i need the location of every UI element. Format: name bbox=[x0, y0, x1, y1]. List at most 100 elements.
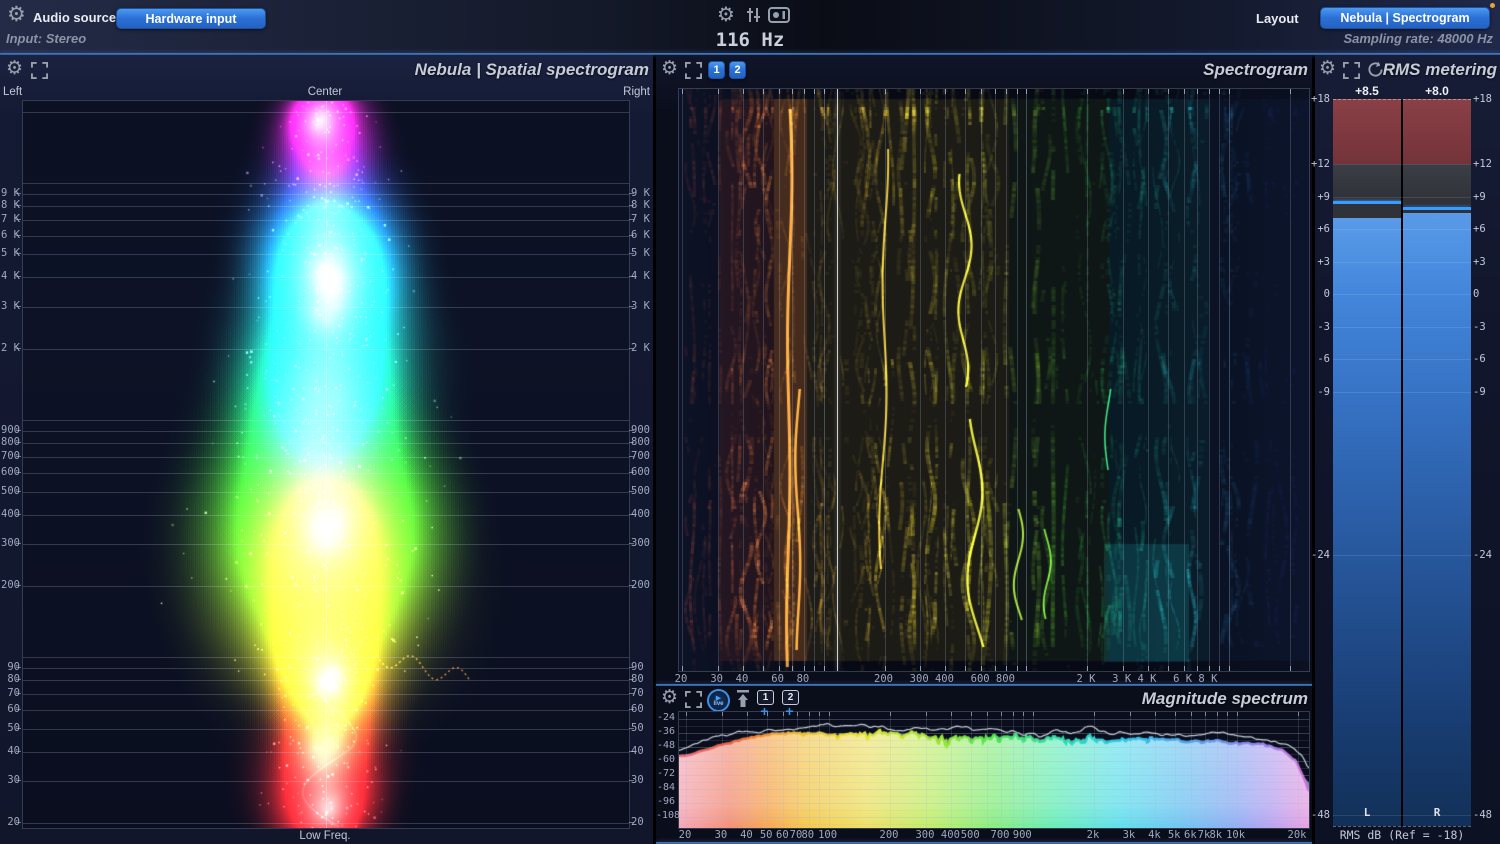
db-axis-label: -24 bbox=[656, 711, 675, 723]
grid-line bbox=[679, 788, 1309, 790]
freq-axis-label: 800 bbox=[1, 436, 20, 449]
meter-rms-fill bbox=[1333, 218, 1401, 826]
meter-scale-label: +6 bbox=[1317, 223, 1330, 236]
grid-line bbox=[1236, 712, 1238, 828]
audio-source-gear-icon[interactable]: ⚙ bbox=[7, 4, 26, 25]
top-bar: ⚙ Audio source Hardware input Input: Ste… bbox=[0, 0, 1500, 53]
grid-line bbox=[828, 712, 830, 828]
freq-axis: 20 30 40 50 60 70 80 100 200 300 400 500 700 900 2k 3k 4… bbox=[678, 829, 1308, 843]
freq-axis-label: 400 bbox=[1, 507, 20, 520]
freq-axis-label: 6 K bbox=[631, 228, 650, 241]
grid-line bbox=[796, 712, 798, 828]
peak-hold-icon[interactable] bbox=[736, 689, 750, 713]
spatial-spectrogram-panel: ⚙ Nebula | Spatial spectrogram Left Cent… bbox=[0, 55, 653, 844]
freq-axis-label: 900 bbox=[631, 424, 650, 437]
spectrogram-canvas[interactable] bbox=[679, 89, 1309, 671]
axis-tick bbox=[1094, 712, 1095, 716]
freq-axis-label: 7 K bbox=[631, 212, 650, 225]
expand-icon[interactable] bbox=[685, 62, 702, 84]
meter-scale-label: +6 bbox=[1473, 223, 1486, 236]
freq-axis-label: 5 K bbox=[631, 247, 650, 260]
meter-scale-label: -24 bbox=[1473, 548, 1492, 561]
layout-label[interactable]: Layout bbox=[1256, 11, 1299, 26]
grid-line bbox=[767, 712, 769, 828]
grid-line bbox=[1000, 712, 1002, 828]
gear-icon[interactable]: ⚙ bbox=[6, 59, 23, 78]
magnitude-plot[interactable] bbox=[678, 711, 1310, 829]
meter-clip-zone bbox=[1403, 99, 1471, 165]
add-snapshot-2-button[interactable]: + bbox=[782, 704, 797, 718]
meter-scale-label: -48 bbox=[1311, 809, 1330, 822]
freq-axis-label: 70 bbox=[7, 687, 20, 700]
axis-tick bbox=[819, 712, 821, 716]
freq-axis-label: 80 bbox=[7, 673, 20, 686]
grid-line bbox=[679, 795, 1309, 797]
meter-scale-label: +9 bbox=[1473, 190, 1486, 203]
grid-line bbox=[747, 712, 749, 828]
spectrogram-plot[interactable] bbox=[678, 88, 1310, 672]
live-button[interactable]: ▶ live bbox=[707, 689, 730, 712]
reset-icon[interactable] bbox=[1367, 61, 1384, 83]
grid-line bbox=[1216, 712, 1218, 828]
gear-icon[interactable]: ⚙ bbox=[661, 59, 678, 78]
grid-line bbox=[1204, 712, 1206, 828]
freq-axis-label: 400 bbox=[631, 507, 650, 520]
grid-line bbox=[783, 712, 785, 828]
mixer-sliders-icon[interactable] bbox=[745, 7, 762, 28]
freq-axis-label: 200 bbox=[631, 578, 650, 591]
add-snapshot-1-button[interactable]: + bbox=[757, 704, 772, 718]
meter-scale-label: +18 bbox=[1473, 93, 1492, 105]
axis-tick bbox=[1000, 712, 1002, 716]
axis-tick bbox=[828, 712, 830, 716]
freq-axis-label: 5 K bbox=[1, 247, 20, 260]
layout-preset-button[interactable]: Nebula | Spectrogram bbox=[1320, 7, 1490, 29]
freq-axis-label: 300 bbox=[1, 537, 20, 550]
freq-axis-label: 600 bbox=[1, 465, 20, 478]
channel-label-right: R bbox=[1433, 806, 1441, 819]
freq-axis-label: 90 bbox=[7, 661, 20, 674]
grid-line bbox=[679, 739, 1309, 741]
meter-gap-zone bbox=[1333, 204, 1401, 219]
axis-tick bbox=[1227, 712, 1229, 716]
axis-tick bbox=[1191, 712, 1193, 716]
meter-scale-label: -48 bbox=[1473, 809, 1492, 822]
grid-line bbox=[819, 712, 821, 828]
freq-axis-label: 2 K bbox=[1, 341, 20, 354]
freq-axis-label: 10k bbox=[1226, 829, 1246, 841]
axis-tick bbox=[1236, 712, 1238, 716]
db-axis-label: -36 bbox=[656, 725, 675, 737]
settings-gear-icon[interactable]: ⚙ bbox=[717, 4, 735, 24]
meter-bottom-line bbox=[1333, 826, 1471, 827]
nebula-canvas[interactable] bbox=[23, 101, 629, 828]
view-button-1[interactable]: 1 bbox=[708, 61, 725, 79]
hardware-input-button[interactable]: Hardware input bbox=[116, 8, 266, 29]
freq-axis-label: 50 bbox=[631, 721, 644, 734]
panel-title: Nebula | Spatial spectrogram bbox=[414, 60, 649, 79]
gear-icon[interactable]: ⚙ bbox=[1319, 59, 1336, 78]
grid-line bbox=[1023, 712, 1025, 828]
io-device-icon[interactable] bbox=[768, 7, 790, 28]
cursor-line bbox=[837, 89, 838, 671]
view-button-2[interactable]: 2 bbox=[729, 61, 746, 79]
meter-scale-label: -6 bbox=[1317, 353, 1330, 366]
freq-axis-label: 30 bbox=[7, 774, 20, 787]
freq-axis-label: 20 bbox=[678, 829, 692, 841]
grid-line bbox=[1155, 712, 1157, 828]
expand-icon[interactable] bbox=[1343, 62, 1360, 84]
freq-axis-label: 20 bbox=[7, 816, 20, 829]
grid-line bbox=[679, 718, 1309, 720]
freq-axis-label: 8 K bbox=[1, 199, 20, 212]
grid-line bbox=[1032, 712, 1034, 828]
freq-axis-right: 9 K8 K7 K 6 K 5 K 4 K 3 K 2 K 900 800 700 600 500 4… bbox=[631, 100, 653, 828]
frequency-readout: 116 Hz bbox=[715, 29, 785, 51]
expand-icon[interactable] bbox=[685, 691, 702, 713]
nebula-plot[interactable] bbox=[22, 100, 630, 829]
gear-icon[interactable]: ⚙ bbox=[661, 688, 678, 707]
grid-line bbox=[679, 809, 1309, 811]
grid-line bbox=[679, 802, 1309, 804]
meter-right bbox=[1403, 99, 1471, 826]
expand-icon[interactable] bbox=[31, 62, 48, 84]
meter-scale-label: +18 bbox=[1311, 93, 1330, 105]
grid-line bbox=[971, 712, 973, 828]
grid-line bbox=[679, 767, 1309, 769]
